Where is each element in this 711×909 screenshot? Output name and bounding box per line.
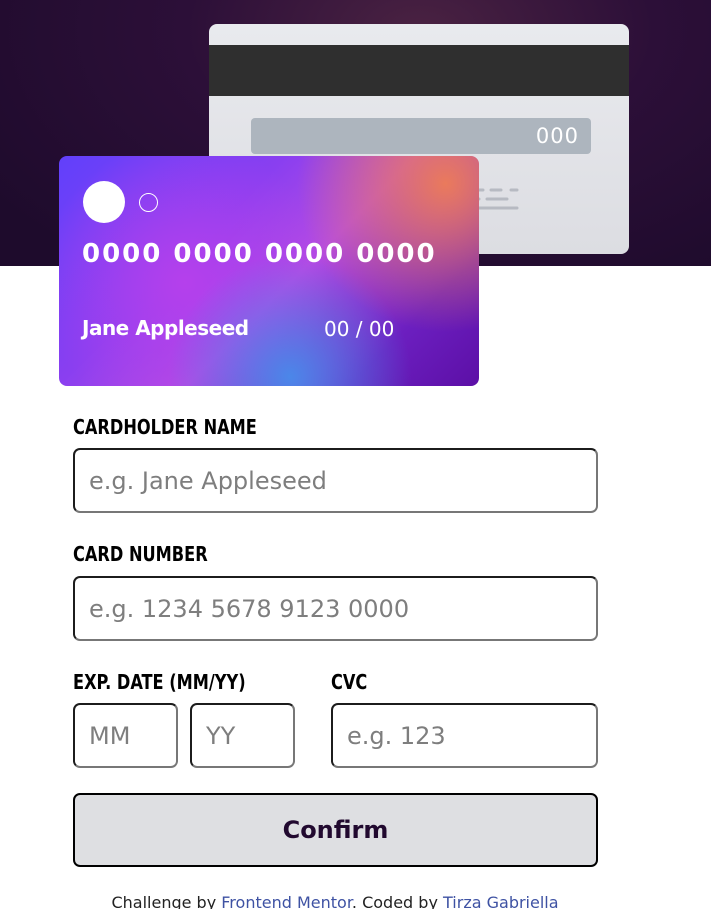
- cardholder-name-field-wrapper: [73, 448, 598, 513]
- magnetic-stripe: [209, 45, 629, 96]
- card-number-label: CARD NUMBER: [73, 542, 208, 566]
- card-logo-outline-circle-icon: [139, 193, 158, 212]
- attribution-prefix: Challenge by: [111, 893, 222, 909]
- cvc-field-wrapper: [331, 703, 598, 768]
- card-number-preview: 0000 0000 0000 0000: [82, 239, 437, 269]
- card-logo-filled-circle-icon: [83, 181, 125, 223]
- attribution-middle: . Coded by: [351, 893, 444, 909]
- expiry-year-field-wrapper: [190, 703, 295, 768]
- cvc-input[interactable]: [333, 705, 596, 766]
- card-back-cvc: 000: [535, 124, 579, 148]
- expiry-month-input[interactable]: [75, 705, 176, 766]
- card-front-preview: 0000 0000 0000 0000 Jane Appleseed 00 / …: [59, 156, 479, 386]
- expiry-date-label: EXP. DATE (MM/YY): [73, 670, 246, 694]
- author-link[interactable]: Tirza Gabriella: [443, 893, 559, 909]
- card-number-input[interactable]: [75, 578, 596, 639]
- confirm-button[interactable]: Confirm: [73, 793, 598, 867]
- card-number-field-wrapper: [73, 576, 598, 641]
- cardholder-name-preview: Jane Appleseed: [82, 316, 249, 340]
- cardholder-name-input[interactable]: [75, 450, 596, 511]
- signature-strip: 000: [251, 118, 591, 154]
- attribution-footer: Challenge by Frontend Mentor. Coded by T…: [0, 893, 670, 909]
- expiry-year-input[interactable]: [192, 705, 293, 766]
- frontend-mentor-link[interactable]: Frontend Mentor: [221, 893, 352, 909]
- card-expiry-preview: 00 / 00: [324, 317, 395, 341]
- cardholder-name-label: CARDHOLDER NAME: [73, 415, 257, 439]
- expiry-month-field-wrapper: [73, 703, 178, 768]
- cvc-label: CVC: [331, 670, 368, 694]
